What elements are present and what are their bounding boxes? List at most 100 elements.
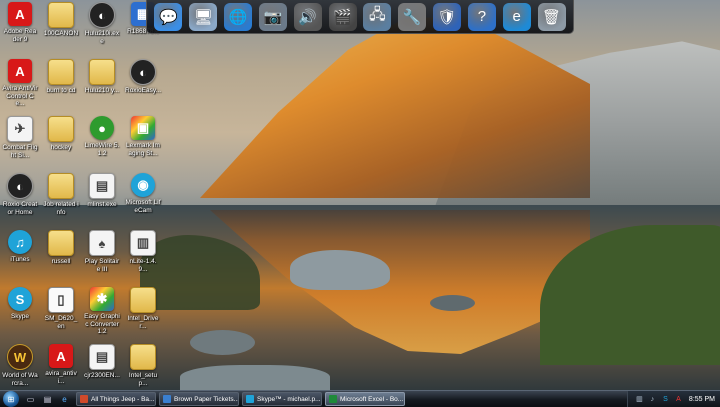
desktop-icon-cjr2300en[interactable]: ▤ cjr2300EN... xyxy=(84,344,120,380)
avira-icon: A xyxy=(8,59,32,83)
shield-icon: 🛡 xyxy=(437,8,457,26)
desktop-icon-label: LimeWire 5.1.2 xyxy=(84,142,120,157)
desktop-icon-job-related-info[interactable]: Job related info xyxy=(43,173,79,216)
desktop-icon-burn-to-cd[interactable]: burn to cd xyxy=(43,59,79,95)
dock-video-button[interactable]: 🎬 xyxy=(328,2,357,31)
desktop-icon-hulu[interactable]: ◐ Hulu210i.exe xyxy=(84,2,120,45)
desktop-icon-label: avira_antivi... xyxy=(45,370,77,385)
desktop-icon-adobe-reader[interactable]: A Adobe Reader 9 xyxy=(2,2,38,43)
folder-icon xyxy=(48,230,74,256)
desktop-icon-label: Microsoft LifeCam xyxy=(125,199,161,214)
dock-network-places-button[interactable]: 🖧 xyxy=(363,2,392,31)
folder-icon xyxy=(48,59,74,85)
desktop-icon-100canon-folder[interactable]: 100CANON xyxy=(43,2,79,38)
dock-internet-explorer-button[interactable]: e xyxy=(502,2,531,31)
dock-computer-button[interactable]: 🖥 xyxy=(189,2,218,31)
avira-icon: A xyxy=(49,344,73,368)
desktop-icon-label: mlinst.exe xyxy=(87,201,117,208)
desktop-icon-hulu-folder[interactable]: Hulu210 y... xyxy=(84,59,120,95)
taskbar-button-label: Skype™ - michael.p... xyxy=(257,395,321,403)
dock-recycle-bin-button[interactable]: 🗑 xyxy=(537,2,566,31)
start-button[interactable]: ⊞ xyxy=(3,391,19,407)
desktop-icon-label: SM_D620_en xyxy=(44,315,78,330)
desktop-icon-label: Skype xyxy=(10,313,30,320)
camera-icon: 📷 xyxy=(263,8,283,26)
dock-help-button[interactable]: ? xyxy=(467,2,496,31)
help-icon: ? xyxy=(477,8,487,25)
desktop-icon-label: Combat Flight Si... xyxy=(2,144,38,159)
quick-launch-switch-windows-icon[interactable]: ▤ xyxy=(41,393,54,406)
installer-icon: ▤ xyxy=(89,344,115,370)
desktop-icon-hockey[interactable]: hockey xyxy=(43,116,79,152)
solitaire-icon: ♠ xyxy=(89,230,115,256)
task-skype-button[interactable]: Skype™ - michael.p... xyxy=(242,392,322,406)
desktop-icon-label: RoxioEasy... xyxy=(125,87,162,94)
installer-icon: ▤ xyxy=(89,173,115,199)
desktop-icon-easy-graphic-converter[interactable]: ✱ Easy Graphic Converter 1.2 xyxy=(84,287,120,336)
taskbar-button-label: Brown Paper Tickets... xyxy=(174,395,239,403)
desktop-icon-label: russell xyxy=(51,258,71,265)
desktop-icon-label: World of Warcra... xyxy=(2,372,38,387)
desktop-icon-play-solitaire[interactable]: ♠ Play Solitaire III xyxy=(84,230,120,273)
clapperboard-icon: 🎬 xyxy=(333,8,352,26)
task-microsoft-excel-button[interactable]: Microsoft Excel - Bo... xyxy=(325,392,405,406)
wallpaper-mountain-sunlit xyxy=(200,15,590,198)
antivirus-tray-icon[interactable]: A xyxy=(674,395,683,404)
desktop-icon-avira-antivir-setup[interactable]: Aavira_antivi... xyxy=(43,344,79,385)
desktop-icon-avira-antivir[interactable]: A Avira AntiVir Control Ce... xyxy=(2,59,38,108)
desktop-icon-roxio-creator[interactable]: ◐ Roxio Creator Home xyxy=(2,173,38,216)
task-all-things-jeep-button[interactable]: All Things Jeep - Ba... xyxy=(76,392,156,406)
wallpaper-rock xyxy=(430,295,475,311)
desktop-icon-label: Adobe Reader 9 xyxy=(3,28,37,43)
desktop-icon-label: cjr2300EN... xyxy=(84,372,120,379)
speaker-icon: 🔊 xyxy=(298,8,318,26)
desktop-icon-label: Hulu210i.exe xyxy=(84,30,120,45)
warcraft-icon: W xyxy=(7,344,33,370)
dock-camera-button[interactable]: 📷 xyxy=(258,2,287,31)
folder-icon xyxy=(48,2,74,28)
skype-tray-icon[interactable]: S xyxy=(661,395,670,404)
dock-messenger-button[interactable]: 💬 xyxy=(154,2,183,31)
desktop-icon-label: Intel_Driver... xyxy=(127,315,159,330)
limewire-icon: ● xyxy=(90,116,114,140)
desktop-icon-skype[interactable]: S Skype xyxy=(2,287,38,321)
computer-icon: 🖥 xyxy=(193,8,213,26)
webcam-icon: ◉ xyxy=(131,173,155,197)
desktop-icon-label: Job related info xyxy=(43,201,79,216)
folder-icon xyxy=(89,59,115,85)
desktop-icon-intel-setup[interactable]: Intel_setup... xyxy=(125,344,161,387)
volume-icon[interactable]: ♪ xyxy=(648,395,657,404)
dock-tools-button[interactable]: 🔧 xyxy=(398,2,427,31)
taskbar-window-list: All Things Jeep - Ba... Brown Paper Ticke… xyxy=(73,392,405,406)
desktop-icon-sm-d620[interactable]: ▯ SM_D620_en xyxy=(43,287,79,330)
quick-launch-internet-explorer-icon[interactable]: e xyxy=(58,393,71,406)
desktop-icon-russell[interactable]: russell xyxy=(43,230,79,266)
desktop-icon-itunes[interactable]: ♫ iTunes xyxy=(2,230,38,264)
wallpaper-rock xyxy=(190,330,255,355)
internet-explorer-icon: e xyxy=(512,8,521,25)
itunes-icon: ♫ xyxy=(8,230,32,254)
adobe-reader-icon: A xyxy=(8,2,32,26)
quick-launch-show-desktop-icon[interactable]: ▭ xyxy=(24,393,37,406)
dock-network-button[interactable]: 🌐 xyxy=(224,2,253,31)
desktop-icon-intel-driver[interactable]: Intel_Driver... xyxy=(125,287,161,330)
window-app-icon xyxy=(329,395,337,403)
desktop-icon-lexmark[interactable]: ▣ Lexmark Imaging St... xyxy=(125,116,161,157)
network-icon: 🖧 xyxy=(369,6,386,23)
clock[interactable]: 8:55 PM xyxy=(689,396,715,403)
desktop-icon-roxio-easy[interactable]: ◐ RoxioEasy... xyxy=(125,59,161,95)
desktop-icon-nlite[interactable]: ▥ nLite-1.4.9... xyxy=(125,230,161,273)
task-brown-paper-tickets-button[interactable]: Brown Paper Tickets... xyxy=(159,392,239,406)
recycle-bin-icon: 🗑 xyxy=(541,8,562,26)
dock-speaker-button[interactable]: 🔊 xyxy=(293,2,322,31)
desktop-icon-microsoft-lifecam[interactable]: ◉ Microsoft LifeCam xyxy=(125,173,161,214)
desktop-icon-limewire[interactable]: ● LimeWire 5.1.2 xyxy=(84,116,120,157)
tools-icon: 🔧 xyxy=(402,8,422,26)
document-icon: ▯ xyxy=(48,287,74,313)
desktop-icon-world-of-warcraft[interactable]: W World of Warcra... xyxy=(2,344,38,387)
desktop-icon-mlinst[interactable]: ▤ mlinst.exe xyxy=(84,173,120,209)
desktop-icon-combat-flight[interactable]: ✈ Combat Flight Si... xyxy=(2,116,38,159)
dock-security-button[interactable]: 🛡 xyxy=(433,2,462,31)
desktop-icon-label: iTunes xyxy=(10,256,30,263)
network-status-icon[interactable]: ▥ xyxy=(635,395,644,404)
